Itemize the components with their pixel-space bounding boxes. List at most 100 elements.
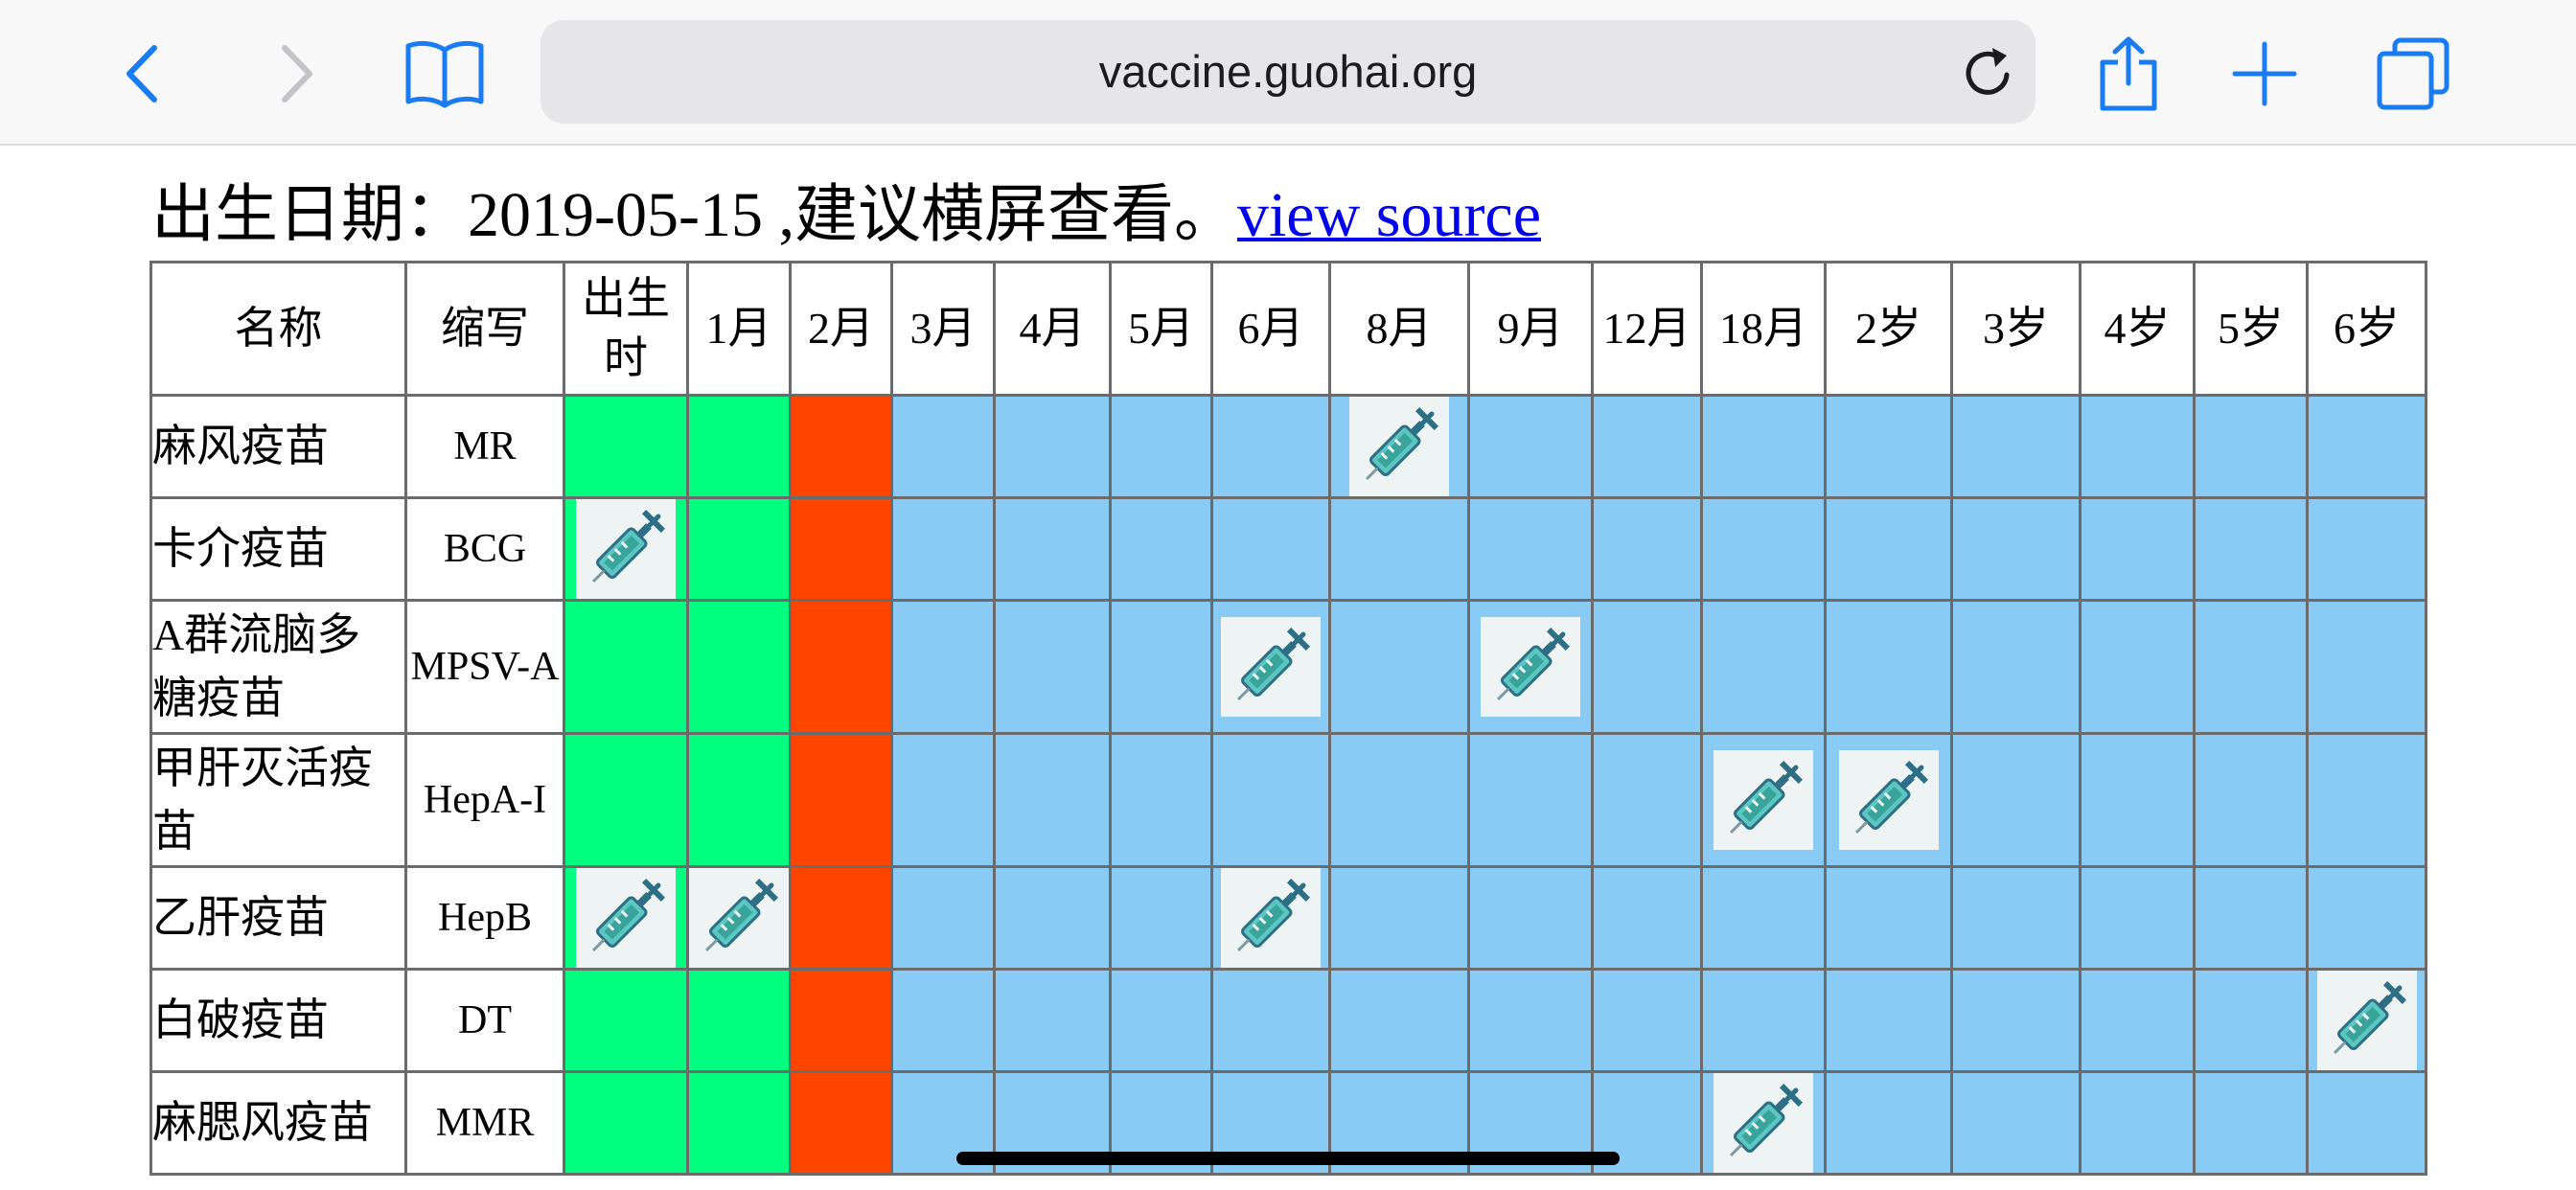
schedule-cell [1328, 865, 1470, 971]
syringe-icon [1349, 397, 1449, 496]
schedule-cell [1328, 968, 1470, 1073]
schedule-cell [1950, 1070, 2082, 1176]
column-header: 1月 [686, 261, 792, 397]
schedule-cell [890, 394, 996, 499]
schedule-cell [1700, 1070, 1827, 1176]
vaccine-name: 甲肝灭活疫苗 [150, 732, 407, 868]
back-button[interactable] [92, 21, 197, 126]
schedule-cell [2306, 496, 2427, 602]
column-header: 6月 [1210, 261, 1331, 397]
tabs-button[interactable] [2360, 21, 2466, 126]
schedule-cell [686, 394, 792, 499]
birth-date-text: 出生日期：2019-05-15 ,建议横屏查看。 [151, 180, 1237, 250]
column-header: 名称 [150, 261, 407, 397]
schedule-cell [2193, 732, 2309, 868]
column-header: 2岁 [1824, 261, 1953, 397]
schedule-cell [1210, 865, 1331, 971]
schedule-cell [1700, 865, 1827, 971]
schedule-cell [1210, 496, 1331, 602]
schedule-cell [563, 394, 689, 499]
schedule-cell [2079, 496, 2196, 602]
schedule-cell [2306, 394, 2427, 499]
schedule-cell [890, 968, 996, 1073]
share-button[interactable] [2076, 21, 2181, 126]
schedule-cell [1591, 394, 1703, 499]
schedule-cell [789, 968, 893, 1073]
schedule-cell [2193, 496, 2309, 602]
schedule-cell [789, 394, 893, 499]
forward-button[interactable] [242, 21, 347, 126]
table-row: 乙肝疫苗 HepB [150, 865, 2427, 971]
schedule-cell [890, 496, 996, 602]
schedule-cell [2193, 1070, 2309, 1176]
syringe-icon [1221, 868, 1321, 968]
reload-button[interactable] [1961, 44, 2018, 102]
schedule-cell [993, 968, 1112, 1073]
column-header: 8月 [1328, 261, 1470, 397]
schedule-cell [1700, 599, 1827, 735]
vaccine-name: 白破疫苗 [150, 968, 407, 1073]
table-row: 甲肝灭活疫苗 HepA-I [150, 732, 2427, 868]
schedule-cell [1700, 496, 1827, 602]
schedule-cell [789, 496, 893, 602]
schedule-cell [1210, 968, 1331, 1073]
column-header: 3月 [890, 261, 996, 397]
schedule-cell [1210, 599, 1331, 735]
vaccine-name: 乙肝疫苗 [150, 865, 407, 971]
column-header: 5岁 [2193, 261, 2309, 397]
schedule-cell [789, 732, 893, 868]
address-bar[interactable]: vaccine.guohai.org [540, 20, 2036, 124]
schedule-cell [2193, 865, 2309, 971]
schedule-cell [1328, 394, 1470, 499]
schedule-cell [1700, 968, 1827, 1073]
column-header: 12月 [1591, 261, 1703, 397]
vaccine-abbreviation: DT [404, 968, 565, 1073]
schedule-cell [563, 1070, 689, 1176]
schedule-cell [2193, 599, 2309, 735]
schedule-cell [1591, 732, 1703, 868]
schedule-cell [1109, 394, 1213, 499]
schedule-cell [993, 599, 1112, 735]
table-row: 麻风疫苗 MR [150, 394, 2427, 499]
view-source-link[interactable]: view source [1237, 180, 1541, 250]
vaccine-name: A群流脑多糖疫苗 [150, 599, 407, 735]
schedule-cell [1591, 865, 1703, 971]
reload-icon [1966, 48, 2010, 95]
schedule-cell [686, 968, 792, 1073]
schedule-cell [2079, 599, 2196, 735]
schedule-cell [993, 394, 1112, 499]
schedule-cell [993, 496, 1112, 602]
schedule-cell [2079, 394, 2196, 499]
syringe-icon [576, 868, 676, 968]
new-tab-button[interactable] [2212, 21, 2317, 126]
vaccine-abbreviation: HepB [404, 865, 565, 971]
schedule-cell [2306, 732, 2427, 868]
column-header: 4岁 [2079, 261, 2196, 397]
schedule-cell [1824, 732, 1953, 868]
schedule-cell [1467, 394, 1594, 499]
column-header: 4月 [993, 261, 1112, 397]
vaccine-name: 麻风疫苗 [150, 394, 407, 499]
schedule-cell [1328, 496, 1470, 602]
schedule-cell [1467, 496, 1594, 602]
schedule-cell [2079, 1070, 2196, 1176]
schedule-cell [890, 599, 996, 735]
schedule-cell [789, 599, 893, 735]
schedule-cell [1109, 732, 1213, 868]
schedule-cell [1824, 394, 1953, 499]
schedule-cell [2306, 968, 2427, 1073]
schedule-cell [563, 732, 689, 868]
schedule-cell [789, 865, 893, 971]
schedule-cell [1328, 732, 1470, 868]
schedule-cell [1700, 394, 1827, 499]
plus-icon [2232, 41, 2297, 106]
schedule-cell [2193, 394, 2309, 499]
column-header: 6岁 [2306, 261, 2427, 397]
schedule-cell [890, 732, 996, 868]
schedule-cell [563, 968, 689, 1073]
schedule-cell [1950, 599, 2082, 735]
vaccine-abbreviation: BCG [404, 496, 565, 602]
syringe-icon [2316, 971, 2417, 1070]
bookmarks-button[interactable] [392, 21, 497, 126]
schedule-cell [1109, 599, 1213, 735]
